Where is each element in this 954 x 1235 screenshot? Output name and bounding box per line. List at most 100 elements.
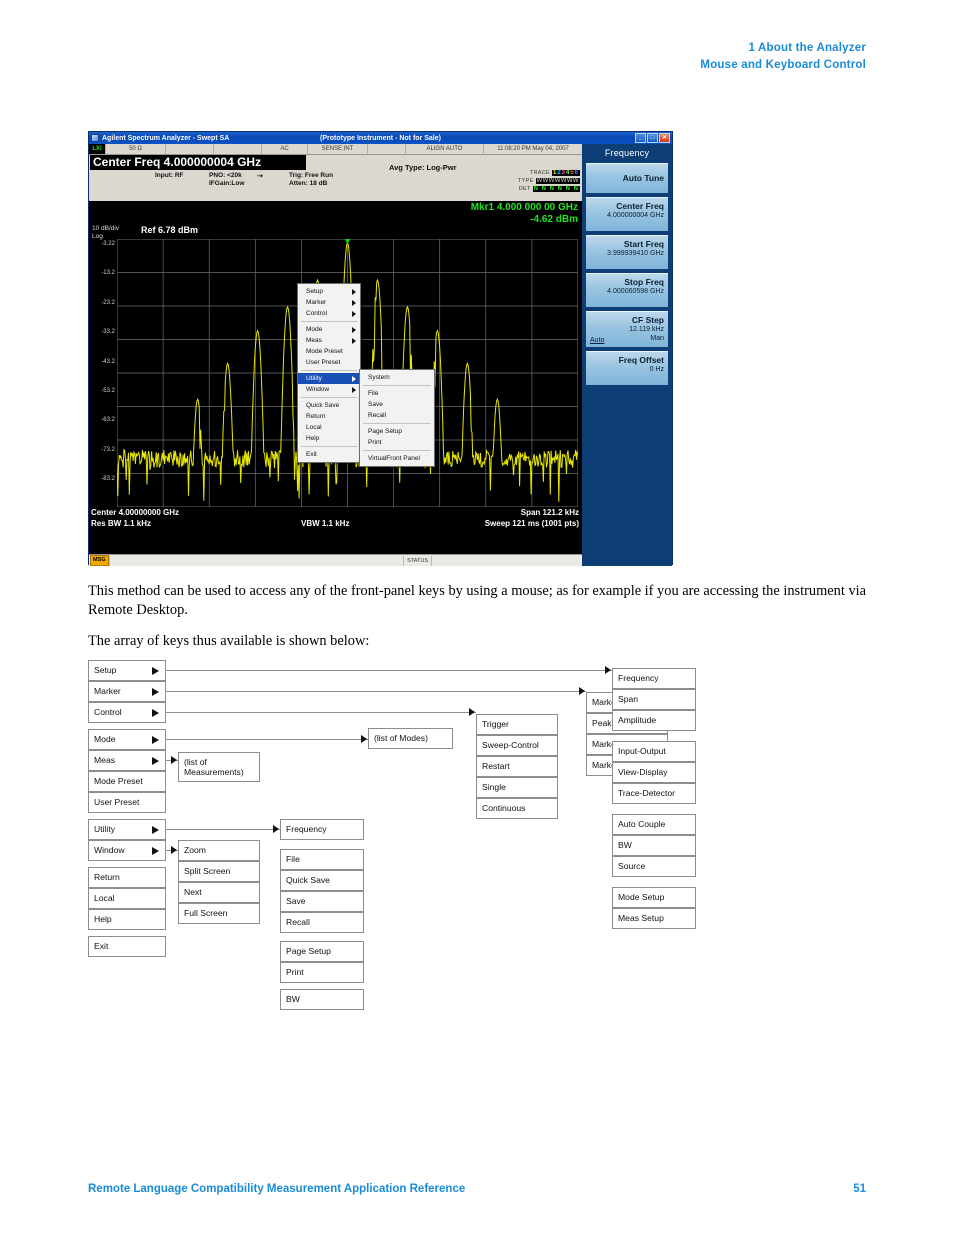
context-menu-item-control[interactable]: Control xyxy=(298,308,360,319)
diagram-key-sweep-control[interactable]: Sweep-Control xyxy=(476,735,558,756)
maximize-icon[interactable]: □ xyxy=(647,133,658,143)
diagram-key-single[interactable]: Single xyxy=(476,777,558,798)
ifgain-label: IFGain:Low xyxy=(209,180,245,187)
diagram-key-span[interactable]: Span xyxy=(612,689,696,710)
diagram-key-view-display[interactable]: View-Display xyxy=(612,762,696,783)
diagram-key-help[interactable]: Help xyxy=(88,909,166,930)
diagram-key-list-of-measurements[interactable]: (list of Measurements) xyxy=(178,752,260,782)
diagram-key-list-of-modes[interactable]: (list of Modes) xyxy=(368,728,453,749)
softkey-list: Auto Tune Center Freq 4.000000004 GHz Start… xyxy=(582,163,672,385)
y-axis-tick: -73.2 xyxy=(101,446,115,453)
diagram-key-bw[interactable]: BW xyxy=(280,989,364,1010)
diagram-connector xyxy=(166,829,280,830)
diagram-key-restart[interactable]: Restart xyxy=(476,756,558,777)
context-menu-item-mode[interactable]: Mode xyxy=(298,324,360,335)
context-menu-item-save[interactable]: Save xyxy=(360,399,434,410)
diagram-key-mode-setup[interactable]: Mode Setup xyxy=(612,887,696,908)
center-freq-readout: Center Freq 4.000000004 GHz xyxy=(90,155,306,170)
context-menu-item-recall[interactable]: Recall xyxy=(360,410,434,421)
diagram-key-window[interactable]: Window xyxy=(88,840,166,861)
diagram-key-input-output[interactable]: Input-Output xyxy=(612,741,696,762)
softkey-stop-freq[interactable]: Stop Freq 4.000060598 GHz xyxy=(586,273,668,307)
key-array-diagram: Setup Marker Control Mode Meas Mode Preset Use… xyxy=(88,660,888,1020)
softkey-value: 12.119 kHz xyxy=(629,326,664,333)
diagram-key-zoom[interactable]: Zoom xyxy=(178,840,260,861)
softkey-start-freq[interactable]: Start Freq 3.999939410 GHz xyxy=(586,235,668,269)
diagram-key-continuous[interactable]: Continuous xyxy=(476,798,558,819)
diagram-key-mode-preset[interactable]: Mode Preset xyxy=(88,771,166,792)
context-submenu[interactable]: System File Save Recall Page Setup Print Virtu… xyxy=(359,369,435,467)
context-menu-item-system[interactable]: System xyxy=(360,372,434,383)
diagram-key-auto-couple[interactable]: Auto Couple xyxy=(612,814,696,835)
context-menu-item-help[interactable]: Help xyxy=(298,433,360,444)
softkey-cf-step[interactable]: CF Step 12.119 kHz Auto Man xyxy=(586,311,668,347)
context-menu-item-setup[interactable]: Setup xyxy=(298,286,360,297)
diagram-key-print[interactable]: Print xyxy=(280,962,364,983)
context-menu-item-utility[interactable]: Utility xyxy=(298,373,360,384)
y-axis-tick: -43.2 xyxy=(101,358,115,365)
diagram-key-user-preset[interactable]: User Preset xyxy=(88,792,166,813)
context-menu-item-exit[interactable]: Exit xyxy=(298,449,360,460)
context-menu-item-meas[interactable]: Meas xyxy=(298,335,360,346)
context-menu-item-marker[interactable]: Marker xyxy=(298,297,360,308)
context-menu-item-quick-save[interactable]: Quick Save xyxy=(298,400,360,411)
context-menu-item-return[interactable]: Return xyxy=(298,411,360,422)
softkey-auto-tune[interactable]: Auto Tune xyxy=(586,163,668,193)
diagram-key-save[interactable]: Save xyxy=(280,891,364,912)
softkey-freq-offset[interactable]: Freq Offset 0 Hz xyxy=(586,351,668,385)
context-menu-item-print[interactable]: Print xyxy=(360,437,434,448)
context-menu-item-local[interactable]: Local xyxy=(298,422,360,433)
diagram-key-bw[interactable]: BW xyxy=(612,835,696,856)
context-menu-item-user-preset[interactable]: User Preset xyxy=(298,357,360,368)
context-menu[interactable]: Setup Marker Control Mode Meas Mode Preset Use… xyxy=(297,283,361,463)
diagram-key-frequency-utility[interactable]: Frequency xyxy=(280,819,364,840)
diagram-key-marker[interactable]: Marker xyxy=(88,681,166,702)
diagram-key-return[interactable]: Return xyxy=(88,867,166,888)
context-menu-item-window[interactable]: Window xyxy=(298,384,360,395)
trace-type-det-block: TRACE 123456 TYPE WWWWWWW DET N N N N N … xyxy=(518,169,580,193)
diagram-key-quick-save[interactable]: Quick Save xyxy=(280,870,364,891)
footer-page-number: 51 xyxy=(853,1183,866,1195)
diagram-key-frequency[interactable]: Frequency xyxy=(612,668,696,689)
reference-level-label: Ref 6.78 dBm xyxy=(141,225,199,235)
context-menu-item-file[interactable]: File xyxy=(360,388,434,399)
diagram-key-file[interactable]: File xyxy=(280,849,364,870)
diagram-key-page-setup[interactable]: Page Setup xyxy=(280,941,364,962)
softkey-auto-toggle[interactable]: Auto xyxy=(590,337,604,344)
context-menu-item-page-setup[interactable]: Page Setup xyxy=(360,426,434,437)
diagram-key-exit[interactable]: Exit xyxy=(88,936,166,957)
diagram-key-mode[interactable]: Mode xyxy=(88,729,166,750)
diagram-key-local[interactable]: Local xyxy=(88,888,166,909)
softkey-center-freq[interactable]: Center Freq 4.000000004 GHz xyxy=(586,197,668,231)
context-menu-separator xyxy=(363,385,431,386)
div-label-text: 10 dB/div xyxy=(92,225,120,232)
diagram-key-trigger[interactable]: Trigger xyxy=(476,714,558,735)
diagram-key-utility[interactable]: Utility xyxy=(88,819,166,840)
diagram-key-amplitude[interactable]: Amplitude xyxy=(612,710,696,731)
diagram-key-trace-detector[interactable]: Trace-Detector xyxy=(612,783,696,804)
marker-readout: Mkr1 4.000 000 00 GHz -4.62 dBm xyxy=(471,202,578,226)
paragraph-1: This method can be used to access any of… xyxy=(88,583,867,618)
input-label: Input: RF xyxy=(155,172,184,179)
diagram-key-meas[interactable]: Meas xyxy=(88,750,166,771)
footer-res-bw: Res BW 1.1 kHz xyxy=(91,519,152,528)
context-menu-separator xyxy=(301,397,357,398)
softkey-value: 0 Hz xyxy=(649,366,664,373)
diagram-key-source[interactable]: Source xyxy=(612,856,696,877)
atten-label: Atten: 18 dB xyxy=(289,180,328,187)
annot-spacer-1 xyxy=(166,144,214,154)
context-menu-item-virtualfront-panel[interactable]: VirtualFront Panel xyxy=(360,453,434,464)
pno-arrow-icon: ⇢ xyxy=(257,173,263,180)
context-menu-item-mode-preset[interactable]: Mode Preset xyxy=(298,346,360,357)
diagram-key-meas-setup[interactable]: Meas Setup xyxy=(612,908,696,929)
close-icon[interactable]: ✕ xyxy=(659,133,670,143)
diagram-key-setup[interactable]: Setup xyxy=(88,660,166,681)
diagram-key-full-screen[interactable]: Full Screen xyxy=(178,903,260,924)
diagram-key-split-screen[interactable]: Split Screen xyxy=(178,861,260,882)
diagram-arrow-icon xyxy=(361,735,367,743)
diagram-key-next[interactable]: Next xyxy=(178,882,260,903)
minimize-icon[interactable]: _ xyxy=(635,133,646,143)
diagram-key-control[interactable]: Control xyxy=(88,702,166,723)
diagram-key-recall[interactable]: Recall xyxy=(280,912,364,933)
marker-readout-ampl: -4.62 dBm xyxy=(530,214,578,225)
